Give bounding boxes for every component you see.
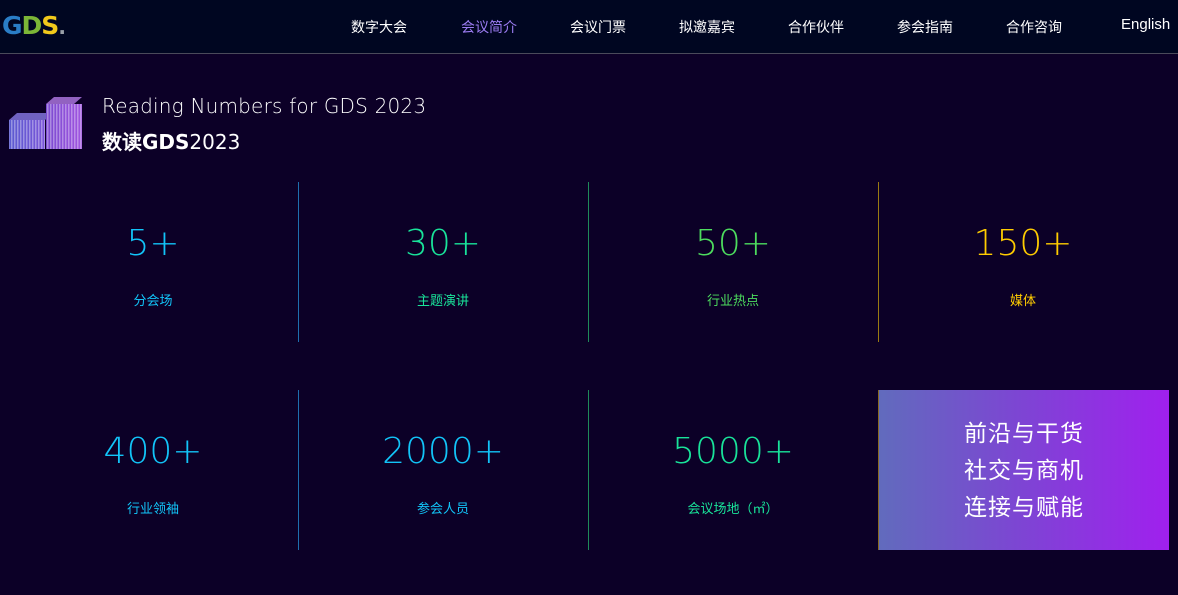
section-title-zh-prefix: 数读 bbox=[102, 130, 142, 154]
logo-letter-d: D bbox=[21, 11, 43, 40]
nav-item-conference-intro[interactable]: 会议简介 bbox=[461, 18, 517, 36]
promo-line: 连接与赋能 bbox=[964, 493, 1084, 520]
stat-label: 行业热点 bbox=[706, 293, 759, 308]
nav-item-guide[interactable]: 参会指南 bbox=[897, 18, 953, 36]
nav-item-guests[interactable]: 拟邀嘉宾 bbox=[679, 18, 735, 36]
promo-line: 社交与商机 bbox=[964, 456, 1084, 483]
logo-dot: . bbox=[58, 15, 66, 39]
promo-card: 前沿与干货 社交与商机 连接与赋能 bbox=[878, 390, 1169, 550]
section-title-zh-year: 2023 bbox=[189, 130, 241, 154]
stat-media: 150+ 媒体 bbox=[878, 182, 1168, 342]
stat-label: 主题演讲 bbox=[416, 293, 469, 308]
section-title-en: Reading Numbers for GDS 2023 bbox=[102, 94, 427, 118]
stat-label: 参会人员 bbox=[416, 501, 469, 516]
top-navbar: GDS. 数字大会 会议简介 会议门票 拟邀嘉宾 合作伙伴 参会指南 合作咨询 … bbox=[0, 0, 1178, 54]
stat-label: 媒体 bbox=[1009, 293, 1036, 308]
stat-label: 分会场 bbox=[133, 293, 173, 308]
nav-item-partners[interactable]: 合作伙伴 bbox=[788, 18, 844, 36]
stat-industry-leaders: 400+ 行业领袖 bbox=[8, 390, 298, 550]
stat-value: 400+ bbox=[103, 431, 203, 472]
section-title-zh-gds: GDS bbox=[142, 130, 190, 154]
nav-item-tickets[interactable]: 会议门票 bbox=[570, 18, 626, 36]
stat-venue-area: 5000+ 会议场地（㎡） bbox=[588, 390, 878, 550]
nav-item-digital-conference[interactable]: 数字大会 bbox=[351, 18, 407, 36]
stat-label: 会议场地（㎡） bbox=[687, 501, 779, 516]
stat-value: 5000+ bbox=[672, 431, 794, 472]
nav-item-english[interactable]: English bbox=[1121, 16, 1170, 34]
promo-line: 前沿与干货 bbox=[964, 419, 1084, 446]
stat-value: 2000+ bbox=[382, 431, 504, 472]
stat-hot-topics: 50+ 行业热点 bbox=[588, 182, 878, 342]
stat-label: 行业领袖 bbox=[126, 501, 179, 516]
stat-value: 30+ bbox=[405, 223, 481, 264]
section-title-zh: 数读GDS2023 bbox=[102, 126, 240, 155]
logo-letter-s: S bbox=[41, 11, 59, 40]
logo-letter-g: G bbox=[2, 11, 23, 40]
stat-value: 50+ bbox=[695, 223, 771, 264]
stat-value: 5+ bbox=[126, 223, 180, 264]
stat-sub-venues: 5+ 分会场 bbox=[8, 182, 298, 342]
gds-logo[interactable]: GDS. bbox=[2, 11, 66, 42]
bar-chart-3d-icon bbox=[8, 94, 83, 150]
stat-value: 150+ bbox=[973, 223, 1073, 264]
stat-attendees: 2000+ 参会人员 bbox=[298, 390, 588, 550]
stat-keynotes: 30+ 主题演讲 bbox=[298, 182, 588, 342]
nav-item-consulting[interactable]: 合作咨询 bbox=[1006, 18, 1062, 36]
